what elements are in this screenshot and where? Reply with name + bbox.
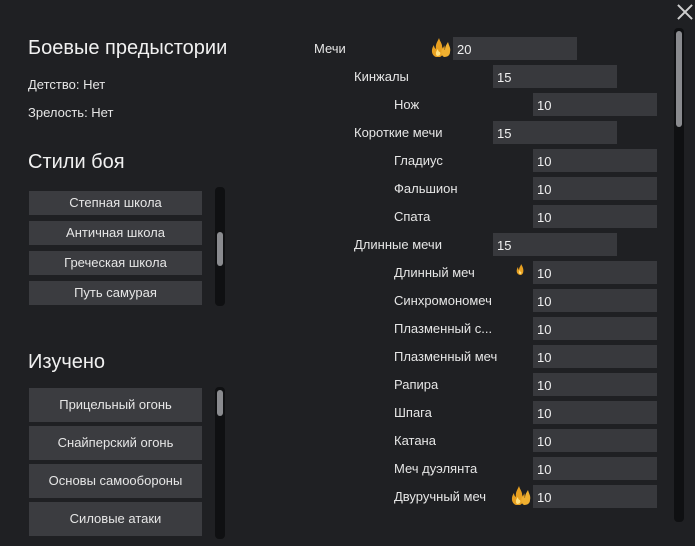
- learned-scrollbar[interactable]: [215, 387, 225, 539]
- skill-twohanded-value[interactable]: 10: [533, 485, 657, 508]
- skill-synchromonomech-label: Синхромономеч: [394, 293, 492, 308]
- skill-plasma-short-label: Плазменный с...: [394, 321, 493, 336]
- learned-item[interactable]: Снайперский огонь: [29, 426, 202, 460]
- skill-falchion-value[interactable]: 10: [533, 177, 657, 200]
- scrollbar-thumb[interactable]: [217, 232, 223, 266]
- close-icon[interactable]: [675, 2, 695, 22]
- skill-synchromonomech-value[interactable]: 10: [533, 289, 657, 312]
- skill-shpaga-label: Шпага: [394, 405, 432, 420]
- skill-katana-label: Катана: [394, 433, 436, 448]
- skill-rapier-label: Рапира: [394, 377, 439, 392]
- skill-long-swords-label: Длинные мечи: [354, 237, 442, 252]
- skill-falchion-label: Фальшион: [394, 181, 458, 196]
- skill-shpaga-value[interactable]: 10: [533, 401, 657, 424]
- skill-plasma-sword-label: Плазменный меч: [394, 349, 498, 364]
- combat-styles-title: Стили боя: [28, 151, 125, 173]
- skill-swords-value[interactable]: 20: [453, 37, 577, 60]
- skill-knife-label: Нож: [394, 97, 420, 112]
- small-flame-icon: [516, 264, 524, 275]
- skill-knife-value[interactable]: 10: [533, 93, 657, 116]
- skill-plasma-sword-value[interactable]: 10: [533, 345, 657, 368]
- combat-style-item[interactable]: Путь самурая: [29, 281, 202, 305]
- learned-item[interactable]: Основы самообороны: [29, 464, 202, 498]
- combat-style-item[interactable]: Степная школа: [29, 191, 202, 215]
- flame-icon: [431, 38, 451, 57]
- combat-style-item[interactable]: Греческая школа: [29, 251, 202, 275]
- combat-style-item[interactable]: Античная школа: [29, 221, 202, 245]
- learned-title: Изучено: [28, 351, 106, 373]
- skill-duelist-sword-value[interactable]: 10: [533, 457, 657, 480]
- skill-longsword-label: Длинный меч: [394, 265, 475, 280]
- skill-short-swords-label: Короткие мечи: [354, 125, 443, 140]
- backgrounds-title: Боевые предыстории: [28, 37, 228, 59]
- skill-spatha-value[interactable]: 10: [533, 205, 657, 228]
- skill-spatha-label: Спата: [394, 209, 431, 224]
- skill-daggers-value[interactable]: 15: [493, 65, 617, 88]
- skills-scrollbar[interactable]: [674, 28, 684, 522]
- learned-item[interactable]: Прицельный огонь: [29, 388, 202, 422]
- skill-short-swords-value[interactable]: 15: [493, 121, 617, 144]
- scrollbar-thumb[interactable]: [676, 31, 682, 127]
- maturity-text: Зрелость: Нет: [28, 105, 114, 120]
- scrollbar-thumb[interactable]: [217, 390, 223, 416]
- skill-long-swords-value[interactable]: 15: [493, 233, 617, 256]
- skill-swords-label: Мечи: [314, 41, 346, 56]
- skill-twohanded-label: Двуручный меч: [394, 489, 487, 504]
- learned-item[interactable]: Силовые атаки: [29, 502, 202, 536]
- skill-gladius-label: Гладиус: [394, 153, 443, 168]
- childhood-text: Детство: Нет: [28, 77, 106, 92]
- combat-styles-scrollbar[interactable]: [215, 187, 225, 306]
- skill-plasma-short-value[interactable]: 10: [533, 317, 657, 340]
- skill-katana-value[interactable]: 10: [533, 429, 657, 452]
- skill-longsword-value[interactable]: 10: [533, 261, 657, 284]
- flame-icon: [511, 486, 531, 505]
- skill-rapier-value[interactable]: 10: [533, 373, 657, 396]
- skill-gladius-value[interactable]: 10: [533, 149, 657, 172]
- skill-daggers-label: Кинжалы: [354, 69, 409, 84]
- skill-duelist-sword-label: Меч дуэлянта: [394, 461, 478, 476]
